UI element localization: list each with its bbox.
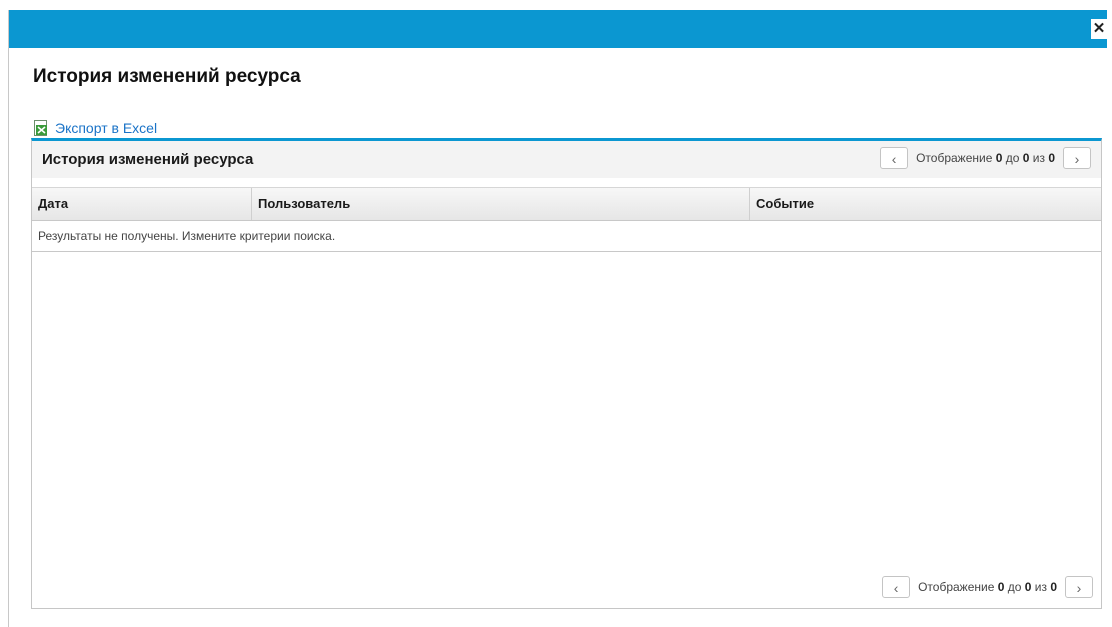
dialog-title: История изменений ресурса bbox=[33, 66, 301, 87]
close-icon[interactable]: ✕ bbox=[1091, 19, 1107, 39]
chevron-left-icon[interactable]: ‹ bbox=[882, 576, 911, 598]
empty-results-message: Результаты не получены. Измените критери… bbox=[32, 221, 1101, 252]
dialog-titlebar[interactable]: ✕ bbox=[9, 10, 1107, 48]
pager-bottom: ‹ Отображение 0 до 0 из 0 › bbox=[882, 576, 1093, 598]
pager-top: ‹ Отображение 0 до 0 из 0 › bbox=[880, 147, 1091, 169]
column-header-date[interactable]: Дата bbox=[32, 188, 252, 220]
excel-icon bbox=[33, 119, 50, 137]
pager-status: Отображение 0 до 0 из 0 bbox=[918, 580, 1057, 594]
chevron-right-icon[interactable]: › bbox=[1065, 576, 1093, 598]
history-panel: История изменений ресурса ‹ Отображение … bbox=[31, 138, 1102, 609]
column-header-user[interactable]: Пользователь bbox=[252, 188, 750, 220]
resource-history-dialog: ✕ История изменений ресурса Экспорт в Ex… bbox=[8, 10, 1107, 627]
chevron-left-icon[interactable]: ‹ bbox=[880, 147, 909, 169]
column-header-event[interactable]: Событие bbox=[750, 188, 1101, 220]
pager-status: Отображение 0 до 0 из 0 bbox=[916, 151, 1055, 165]
chevron-right-icon[interactable]: › bbox=[1063, 147, 1091, 169]
panel-header: История изменений ресурса ‹ Отображение … bbox=[32, 141, 1101, 178]
table-header: Дата Пользователь Событие bbox=[32, 187, 1101, 221]
export-excel-label[interactable]: Экспорт в Excel bbox=[55, 120, 157, 136]
export-excel-link[interactable]: Экспорт в Excel bbox=[33, 118, 157, 138]
panel-title: История изменений ресурса bbox=[42, 151, 254, 168]
